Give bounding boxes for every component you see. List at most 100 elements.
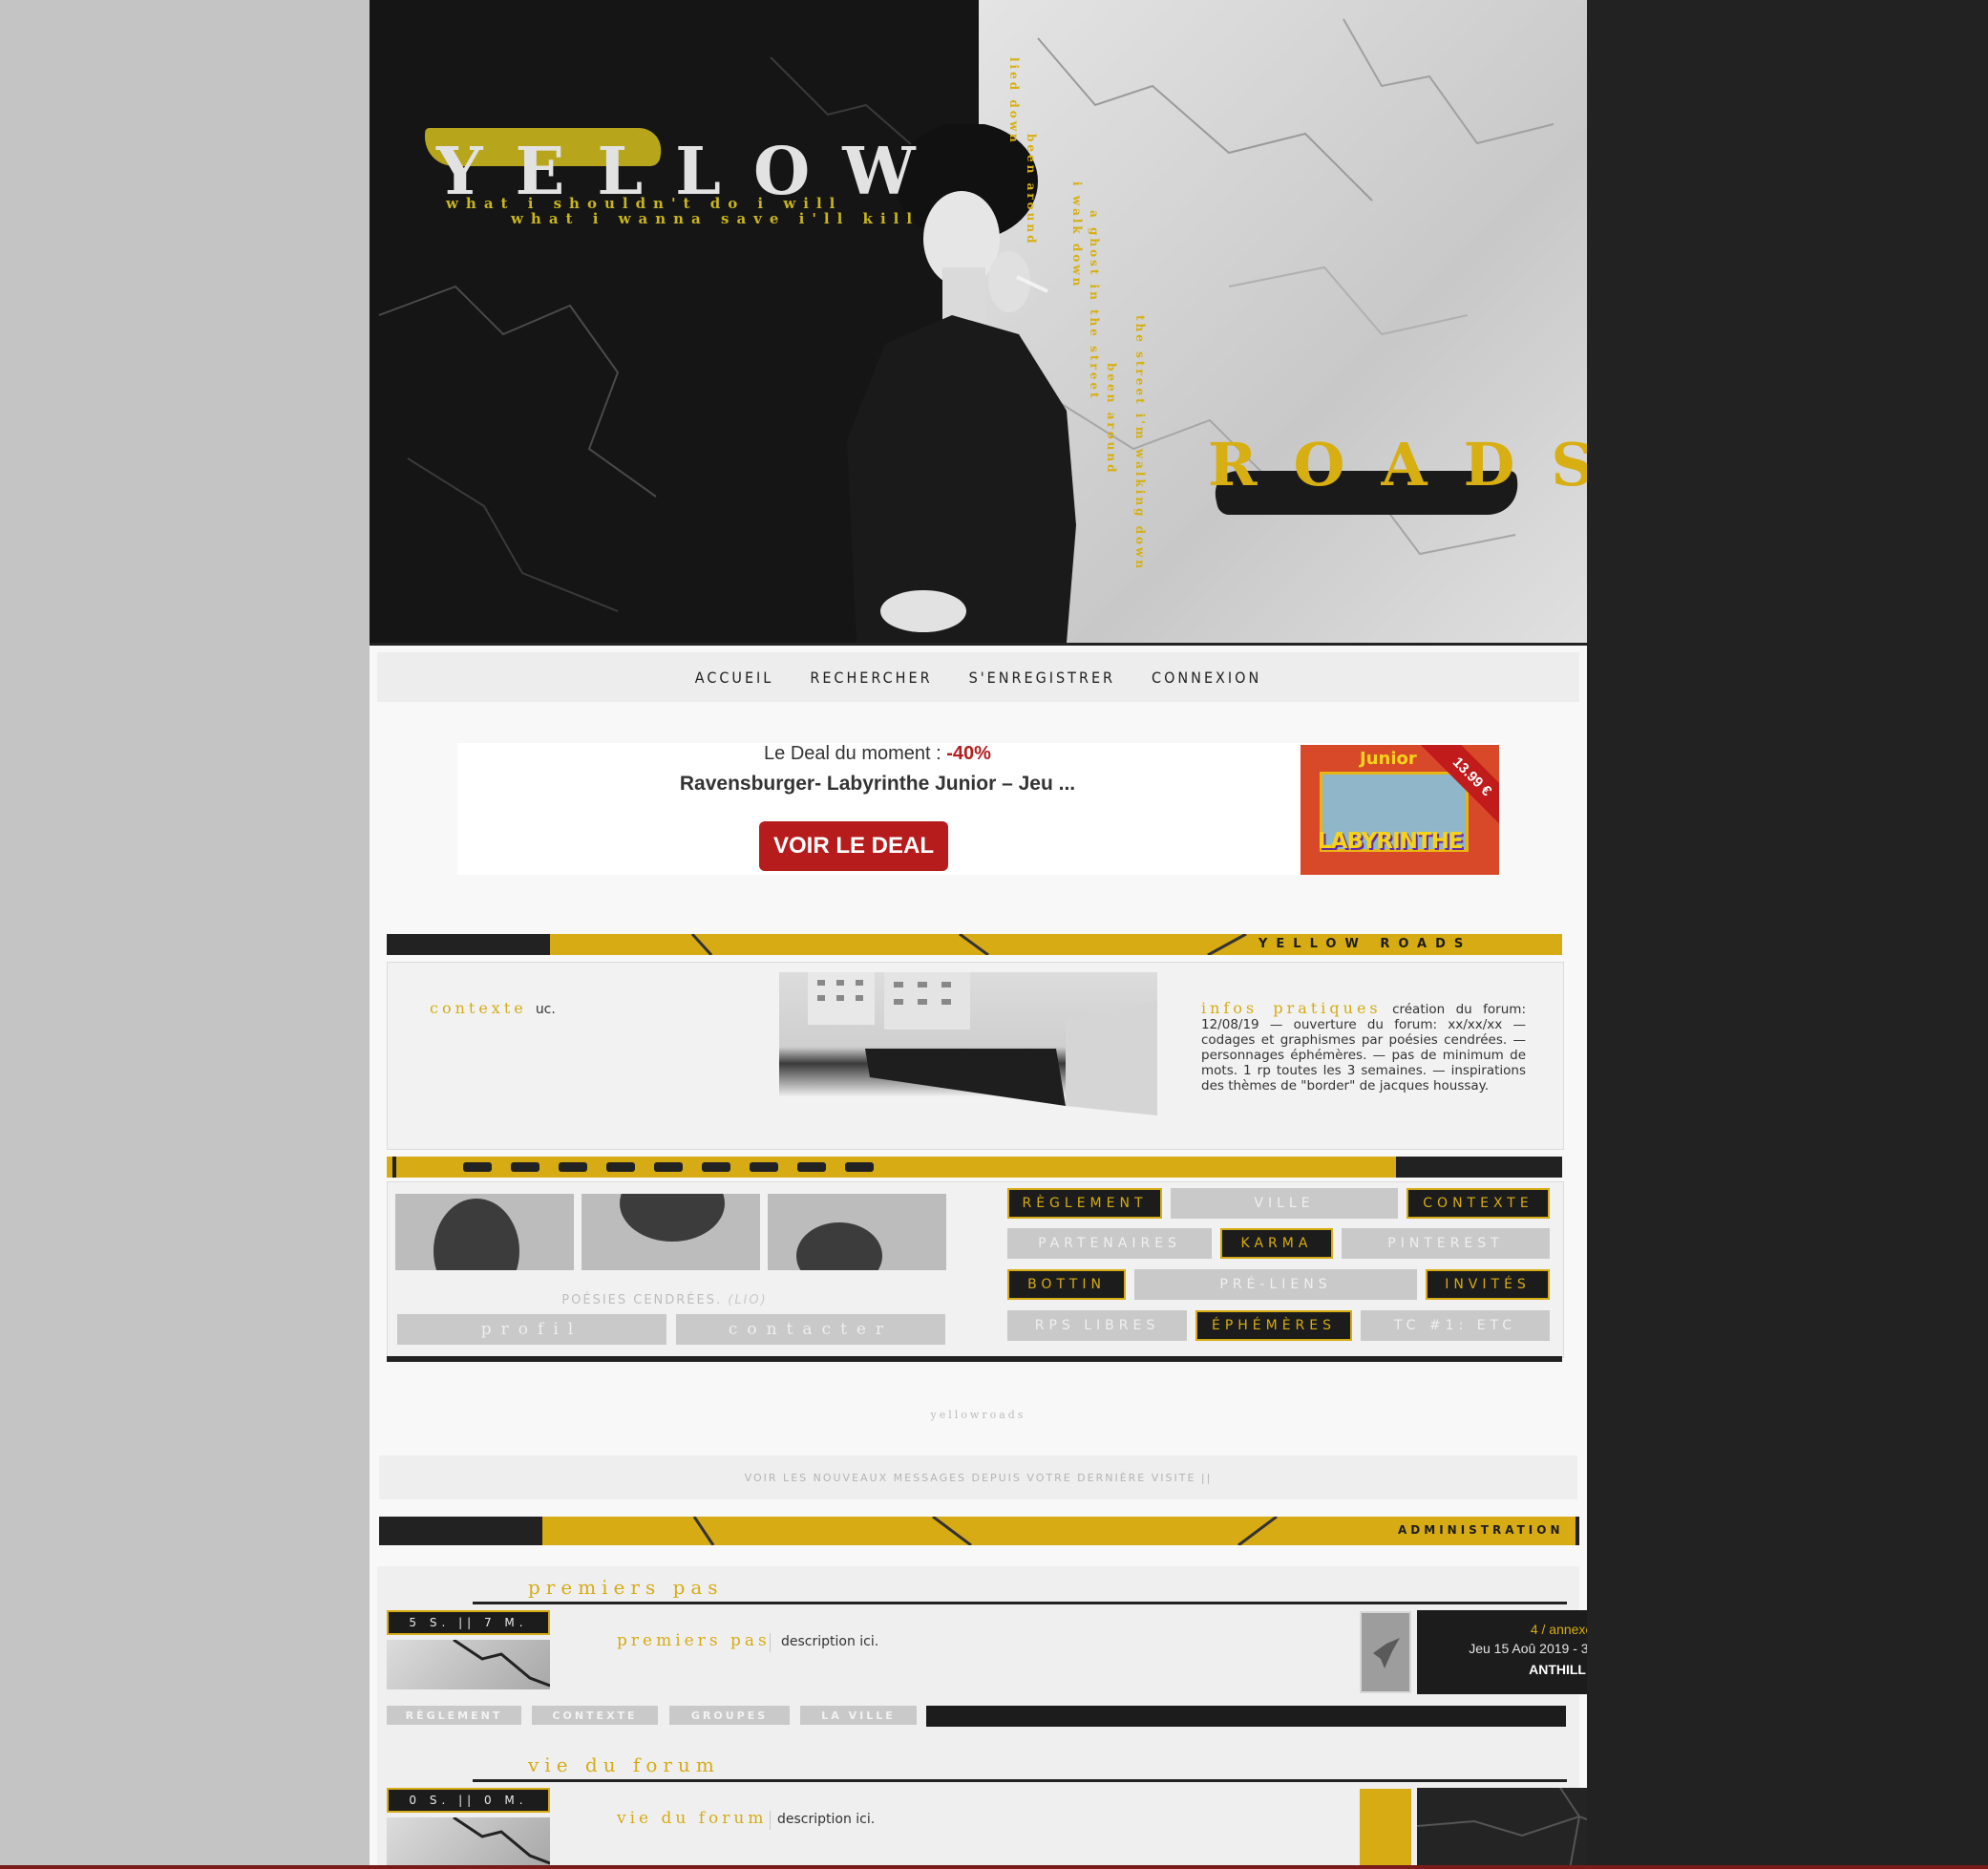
forum-name[interactable]: premiers pas — [617, 1631, 771, 1650]
practical-info-title: infos pratiques — [1201, 999, 1382, 1017]
info-box: contexte uc. infos pratiques création du… — [387, 962, 1564, 1150]
context-title: contexte — [430, 999, 527, 1017]
forum-thumbnail — [387, 1817, 550, 1867]
header-vertical-text: been around — [1105, 363, 1118, 476]
banner-dark-block — [379, 1517, 542, 1545]
banner-texture — [690, 934, 1247, 955]
contact-button[interactable]: contacter — [676, 1314, 945, 1345]
credit-tag: (LIO) — [728, 1293, 768, 1307]
header-vertical-text: i walk down — [1070, 181, 1084, 289]
links-box: POÉSIES CENDRÉES. (LIO) profil contacter… — [387, 1181, 1564, 1358]
link-tc1[interactable]: TC #1: ETC — [1361, 1310, 1550, 1341]
right-background — [1587, 0, 1988, 1869]
link-ephemeres[interactable]: ÉPHÉMÈRES — [1195, 1310, 1352, 1341]
category-title[interactable]: premiers pas — [528, 1576, 724, 1599]
header-vertical-text: lied down — [1007, 57, 1021, 145]
deal-discount: -40% — [946, 743, 991, 764]
banner-dark-edge — [1576, 1517, 1579, 1545]
category-rule — [473, 1602, 1567, 1604]
forum-description: description ici. — [777, 1812, 876, 1827]
nav-connexion[interactable]: CONNEXION — [1152, 669, 1261, 687]
new-messages-link[interactable]: VOIR LES NOUVEAUX MESSAGES DEPUIS VOTRE … — [379, 1455, 1577, 1499]
yellow-roads-banner: YELLOW ROADS — [387, 934, 1562, 955]
forum-thumbnail-cracks — [453, 1640, 550, 1688]
city-photo — [779, 972, 1157, 1138]
link-contexte[interactable]: CONTEXTE — [1406, 1188, 1550, 1219]
administration-banner: ADMINISTRATION — [379, 1517, 1579, 1545]
left-background — [0, 0, 370, 1869]
subforum-link[interactable]: LA VILLE — [800, 1706, 917, 1725]
links-bottom-rule — [387, 1356, 1562, 1362]
link-karma[interactable]: KARMA — [1220, 1228, 1333, 1259]
link-pre-liens[interactable]: PRÉ-LIENS — [1134, 1269, 1417, 1300]
banner-dark-block — [1396, 1157, 1562, 1178]
forum-separator — [770, 1811, 771, 1830]
product-image-top-text: Junior — [1360, 749, 1417, 769]
banner-title: YELLOW ROADS — [1258, 937, 1472, 951]
last-post-box: 4 / annexes / Jeu 15 Aoû 2019 - 3:19 ANT… — [1417, 1610, 1587, 1694]
forum-stats: 5 S. || 7 M. — [387, 1610, 550, 1635]
link-ville[interactable]: VILLE — [1171, 1188, 1398, 1219]
forum-separator — [770, 1633, 771, 1652]
last-post-box — [1417, 1788, 1587, 1869]
photo-face — [796, 1222, 882, 1270]
link-partenaires[interactable]: PARTENAIRES — [1007, 1228, 1212, 1259]
deal-headline: Le Deal du moment : -40% — [457, 743, 1298, 765]
last-post-date: Jeu 15 Aoû 2019 - 3:19 — [1469, 1641, 1587, 1656]
forum-name[interactable]: vie du forum — [617, 1809, 767, 1828]
character-photo-2 — [582, 1194, 760, 1270]
last-poster-avatar[interactable] — [1360, 1789, 1411, 1869]
subforum-link[interactable]: GROUPES — [669, 1706, 790, 1725]
banner-title: ADMINISTRATION — [1398, 1523, 1564, 1537]
profile-button[interactable]: profil — [397, 1314, 666, 1345]
last-poster-avatar[interactable] — [1360, 1611, 1411, 1693]
header-vertical-text: been around — [1025, 134, 1038, 246]
deal-product-image[interactable]: Junior LABYRINTHE 13.99 € — [1301, 745, 1499, 875]
header-vertical-text: a ghost in the street — [1088, 210, 1101, 401]
last-post-author[interactable]: ANTHILL — [1529, 1662, 1586, 1677]
bird-icon — [1373, 1638, 1400, 1668]
link-bottin[interactable]: BOTTIN — [1007, 1269, 1126, 1300]
product-image-title: LABYRINTHE — [1318, 829, 1464, 854]
subforum-link[interactable]: RÈGLEMENT — [387, 1706, 521, 1725]
credit-line: POÉSIES CENDRÉES. (LIO) — [388, 1293, 941, 1307]
practical-info: infos pratiques création du forum: 12/08… — [1201, 1001, 1526, 1094]
main-nav: ACCUEIL RECHERCHER S'ENREGISTRER CONNEXI… — [377, 652, 1579, 702]
header-banner: YELLOW what i shouldn't do i will what i… — [370, 0, 1587, 643]
link-rps-libres[interactable]: RPS LIBRES — [1007, 1310, 1187, 1341]
see-deal-button[interactable]: VOIR LE DEAL — [759, 821, 948, 871]
context-block: contexte uc. — [430, 999, 556, 1017]
category-rule — [473, 1779, 1567, 1782]
forum-wrapper: YELLOW what i shouldn't do i will what i… — [370, 0, 1587, 1869]
link-pinterest[interactable]: PINTEREST — [1342, 1228, 1550, 1259]
nav-rechercher[interactable]: RECHERCHER — [810, 669, 932, 687]
city-photo-drawing — [808, 972, 1157, 1115]
credit-text: POÉSIES CENDRÉES. — [561, 1293, 723, 1307]
forum-thumbnail-cracks — [453, 1817, 550, 1865]
categories-area: premiers pas 5 S. || 7 M. premiers pas d… — [377, 1566, 1587, 1869]
context-value: uc. — [535, 1002, 556, 1017]
subforum-link[interactable]: CONTEXTE — [532, 1706, 658, 1725]
nav-register[interactable]: S'ENREGISTRER — [969, 669, 1115, 687]
footer-site-name: yellowroads — [930, 1409, 1026, 1421]
marble-texture — [1417, 1788, 1587, 1869]
deal-product-name[interactable]: Ravensburger- Labyrinthe Junior – Jeu ..… — [457, 773, 1298, 796]
film-strip-banner — [387, 1157, 1562, 1178]
deal-label: Le Deal du moment : — [764, 743, 941, 764]
photo-face — [434, 1199, 519, 1270]
header-title-roads: ROADS — [1208, 430, 1587, 499]
deal-ad: Le Deal du moment : -40% Ravensburger- L… — [457, 743, 1501, 875]
film-strip-holes — [463, 1162, 874, 1172]
character-photo-1 — [395, 1194, 574, 1270]
banner-texture — [692, 1517, 1278, 1545]
nav-accueil[interactable]: ACCUEIL — [695, 669, 774, 687]
forum-thumbnail — [387, 1640, 550, 1689]
photo-face — [620, 1194, 725, 1242]
header-vertical-text: the street i'm walking down — [1133, 315, 1147, 572]
last-post-category[interactable]: 4 / annexes / — [1531, 1622, 1587, 1637]
category-title[interactable]: vie du forum — [528, 1753, 720, 1776]
link-invites[interactable]: INVITÉS — [1426, 1269, 1550, 1300]
subforum-bar-fill — [926, 1706, 1566, 1727]
link-reglement[interactable]: RÈGLEMENT — [1007, 1188, 1162, 1219]
character-photo-3 — [768, 1194, 946, 1270]
